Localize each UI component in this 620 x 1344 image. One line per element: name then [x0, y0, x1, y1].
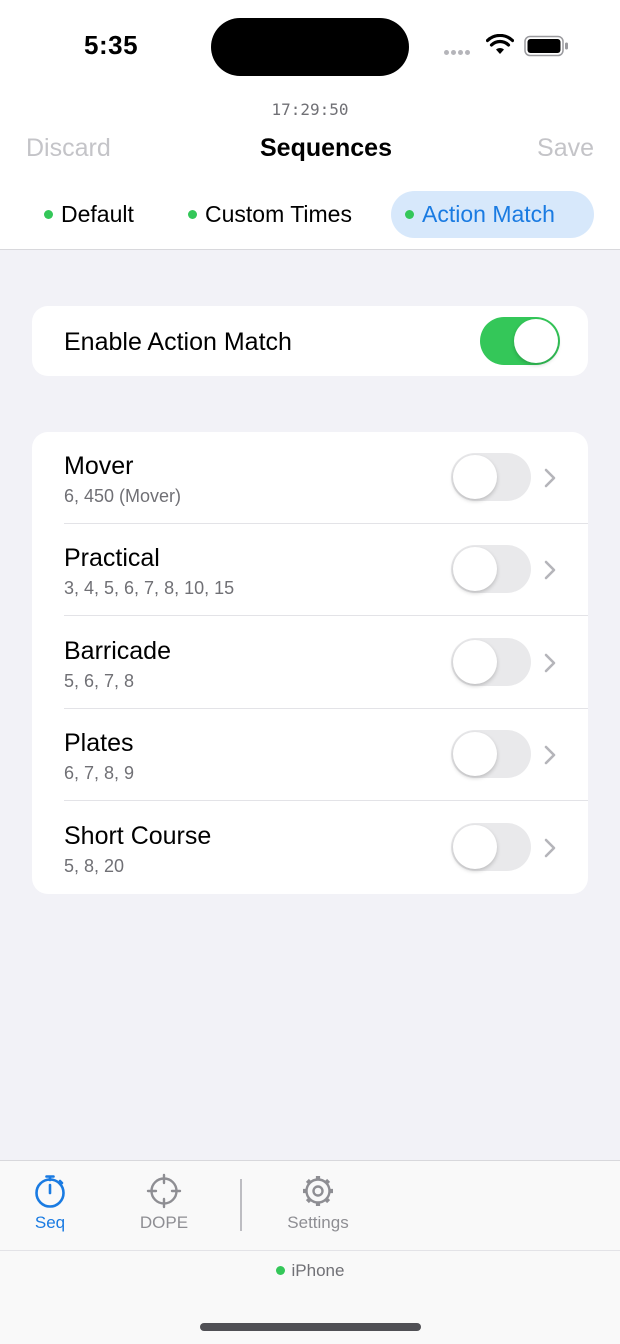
chevron-right-icon — [544, 838, 556, 858]
sequence-subtitle: 3, 4, 5, 6, 7, 8, 10, 15 — [64, 578, 235, 598]
chevron-right-icon — [544, 745, 556, 765]
segment-custom-times[interactable]: Custom Times — [174, 191, 370, 238]
list-item[interactable]: Mover 6, 450 (Mover) — [32, 432, 588, 524]
list-item[interactable]: Practical 3, 4, 5, 6, 7, 8, 10, 15 — [32, 524, 588, 616]
tab-divider — [240, 1179, 242, 1231]
tab-label: DOPE — [139, 1213, 189, 1232]
sequence-subtitle: 6, 7, 8, 9 — [64, 763, 135, 783]
sequence-subtitle: 5, 6, 7, 8 — [64, 671, 135, 691]
sequence-toggle[interactable] — [451, 730, 531, 778]
signal-dot-icon — [444, 50, 449, 55]
sequence-list: Mover 6, 450 (Mover) Practical 3, 4, 5, … — [32, 432, 588, 894]
tab-dope[interactable]: DOPE — [130, 1173, 198, 1233]
connection-status-dot — [275, 1266, 285, 1275]
signal-dot-icon — [458, 50, 463, 55]
toggle-knob — [453, 825, 497, 869]
clock-readout: 17:29:50 — [271, 100, 349, 119]
status-dot — [405, 210, 414, 219]
sequence-title: Mover — [64, 452, 134, 480]
save-button[interactable]: Save — [537, 134, 594, 163]
sequence-title: Short Course — [64, 822, 212, 850]
segment-default[interactable]: Default — [30, 191, 152, 238]
wifi-icon — [486, 34, 514, 54]
sequence-title: Practical — [64, 544, 160, 572]
enable-action-match-label: Enable Action Match — [64, 328, 292, 356]
toggle-knob — [453, 732, 497, 776]
enable-action-match-toggle[interactable] — [480, 317, 560, 365]
sequence-toggle[interactable] — [451, 545, 531, 593]
sequence-title: Barricade — [64, 637, 171, 665]
segment-label: Custom Times — [205, 201, 352, 227]
tab-settings[interactable]: Settings — [278, 1173, 358, 1233]
tab-seq[interactable]: Seq — [18, 1173, 82, 1233]
page-title: Sequences — [259, 134, 392, 162]
gear-icon — [303, 1176, 333, 1206]
tab-label: Seq — [34, 1213, 66, 1232]
enable-card: Enable Action Match — [32, 306, 588, 376]
home-indicator[interactable] — [200, 1323, 421, 1331]
status-time: 5:35 — [84, 30, 139, 60]
toggle-knob — [453, 547, 497, 591]
status-dot — [188, 210, 197, 219]
divider — [64, 615, 588, 616]
toggle-knob — [514, 319, 558, 363]
segment-label: Default — [61, 201, 134, 227]
list-item[interactable]: Short Course 5, 8, 20 — [32, 802, 588, 894]
sequence-subtitle: 6, 450 (Mover) — [64, 486, 182, 506]
list-item[interactable]: Barricade 5, 6, 7, 8 — [32, 617, 588, 709]
sequence-toggle[interactable] — [451, 638, 531, 686]
dynamic-island — [211, 18, 409, 76]
sequence-subtitle: 5, 8, 20 — [64, 856, 125, 876]
tab-label: Settings — [287, 1213, 349, 1232]
segment-action-match[interactable]: Action Match — [391, 191, 594, 238]
toggle-knob — [453, 640, 497, 684]
status-icons — [444, 32, 574, 60]
segment-label: Action Match — [422, 201, 555, 227]
device-label-row: iPhone — [0, 1261, 620, 1281]
device-name: iPhone — [291, 1261, 345, 1280]
signal-dot-icon — [465, 50, 470, 55]
chevron-right-icon — [544, 560, 556, 580]
header-area: 5:35 17:29:50 Discard Sequences Save Def… — [0, 0, 620, 250]
status-dot — [44, 210, 53, 219]
sequence-toggle[interactable] — [451, 823, 531, 871]
crosshair-icon — [146, 1173, 182, 1209]
sequence-title: Plates — [64, 729, 134, 757]
list-item[interactable]: Plates 6, 7, 8, 9 — [32, 709, 588, 801]
chevron-right-icon — [544, 468, 556, 488]
signal-dot-icon — [451, 50, 456, 55]
toggle-knob — [453, 455, 497, 499]
chevron-right-icon — [544, 653, 556, 673]
battery-icon — [524, 35, 568, 57]
tab-bar: Seq DOPE Settings — [0, 1160, 620, 1250]
divider — [64, 800, 588, 801]
sequence-toggle[interactable] — [451, 453, 531, 501]
stopwatch-icon — [35, 1175, 65, 1208]
